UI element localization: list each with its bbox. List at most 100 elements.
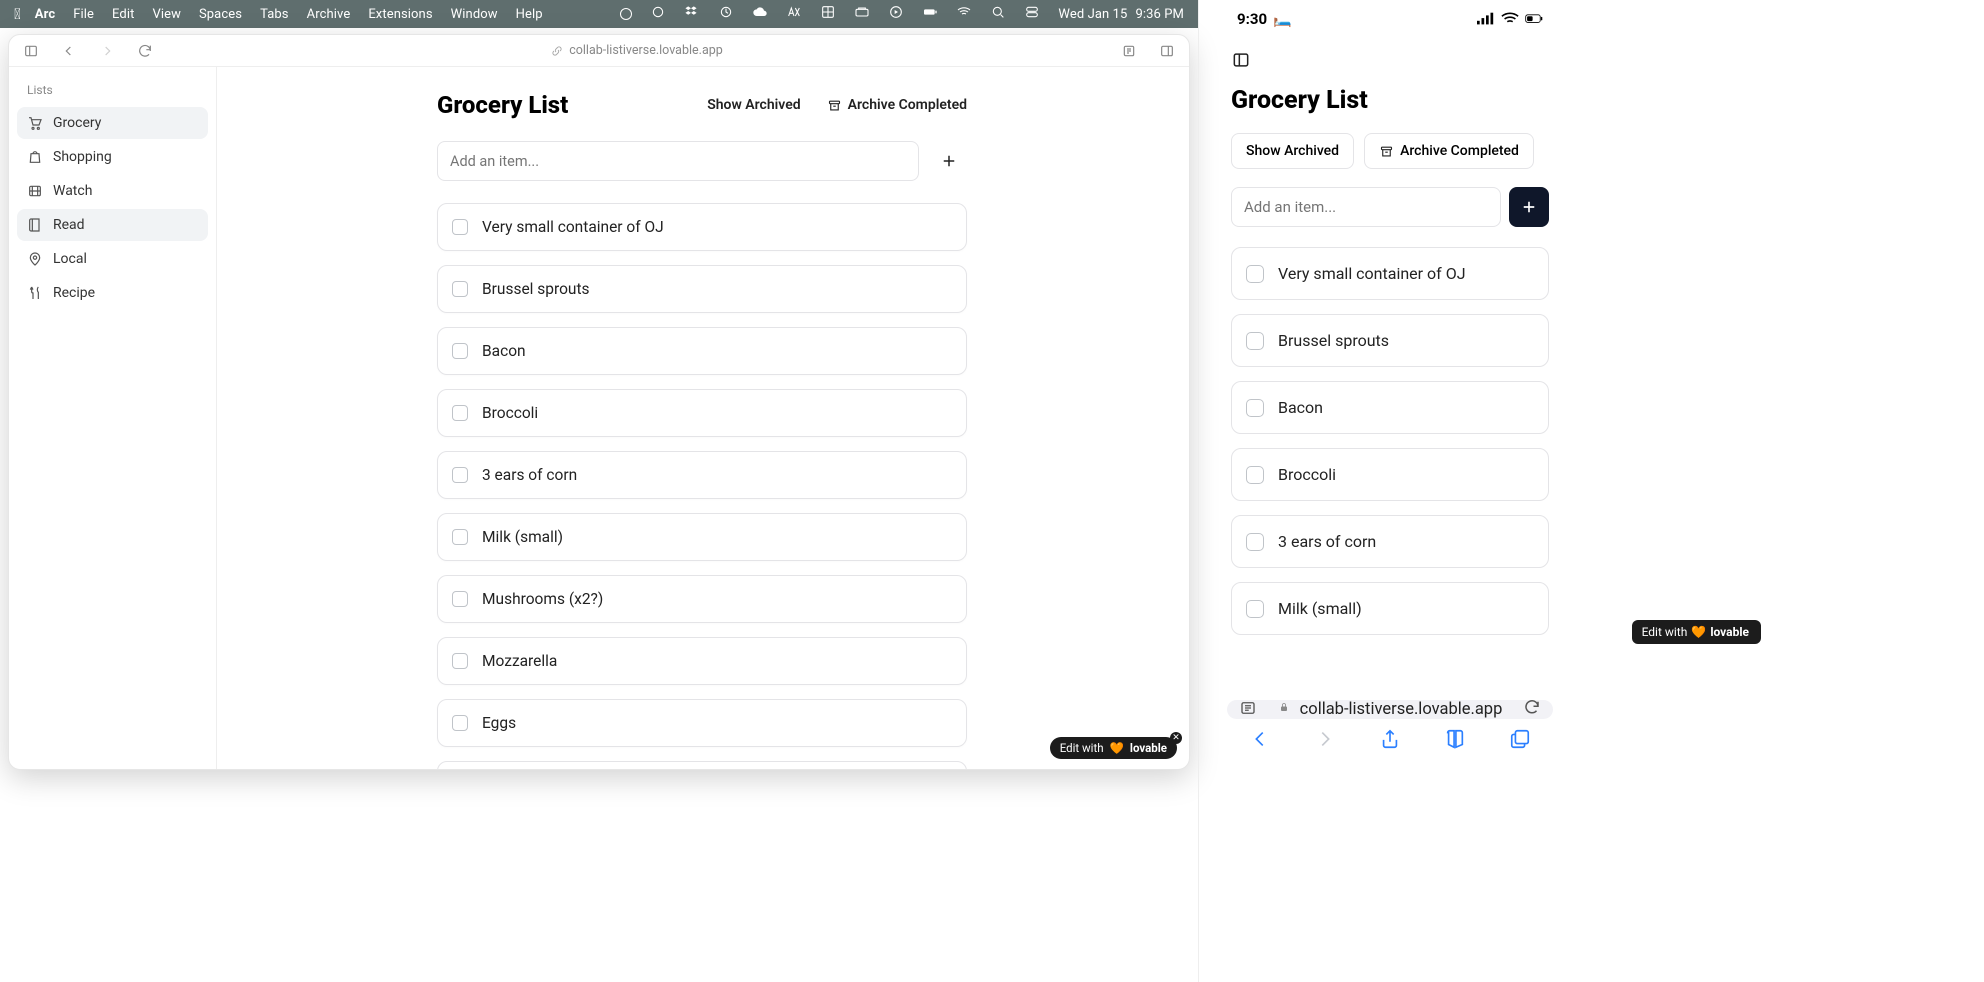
status-icon-2[interactable] bbox=[650, 4, 666, 24]
safari-back-icon[interactable] bbox=[1240, 719, 1280, 759]
close-icon[interactable]: ✕ bbox=[1759, 615, 1766, 624]
safari-address-bar[interactable]: collab-listiverse.lovable.app bbox=[1227, 700, 1553, 719]
safari-forward-icon[interactable] bbox=[1305, 719, 1345, 759]
checkbox[interactable] bbox=[1246, 265, 1264, 283]
menu-app-name[interactable]: Arc bbox=[35, 7, 55, 22]
status-icon-6[interactable] bbox=[786, 4, 802, 24]
add-item-input[interactable] bbox=[437, 141, 919, 181]
forward-icon[interactable] bbox=[93, 39, 121, 63]
sidebar-item-recipe[interactable]: Recipe bbox=[17, 277, 208, 309]
sidebar-item-read[interactable]: Read bbox=[17, 209, 208, 241]
menu-file[interactable]: File bbox=[73, 7, 94, 22]
menu-edit[interactable]: Edit bbox=[112, 7, 134, 22]
sidebar-item-watch[interactable]: Watch bbox=[17, 175, 208, 207]
checkbox[interactable] bbox=[452, 343, 468, 359]
close-icon[interactable]: ✕ bbox=[1170, 732, 1182, 744]
archive-completed-label: Archive Completed bbox=[848, 97, 967, 113]
status-icon-7[interactable] bbox=[820, 4, 836, 24]
list-item-label: Bacon bbox=[1278, 398, 1323, 417]
back-icon[interactable] bbox=[55, 39, 83, 63]
list-item[interactable]: 3 ears of corn bbox=[437, 451, 967, 499]
checkbox[interactable] bbox=[452, 281, 468, 297]
menu-spaces[interactable]: Spaces bbox=[199, 7, 242, 22]
menu-extensions[interactable]: Extensions bbox=[368, 7, 432, 22]
reload-icon[interactable] bbox=[131, 39, 159, 63]
book-icon bbox=[27, 217, 43, 233]
wifi-icon[interactable] bbox=[956, 4, 972, 24]
checkbox[interactable] bbox=[452, 653, 468, 669]
control-center-icon[interactable] bbox=[1024, 4, 1040, 24]
list-item[interactable]: Eggs bbox=[437, 699, 967, 747]
toolbar-icon-2[interactable] bbox=[1153, 39, 1181, 63]
list-item[interactable]: Milk (small) bbox=[1231, 582, 1549, 635]
list-item[interactable]: Broccoli bbox=[437, 389, 967, 437]
list-item[interactable]: Milk (small) bbox=[437, 513, 967, 561]
list-item[interactable]: Brussel sprouts bbox=[437, 265, 967, 313]
add-item-button[interactable] bbox=[931, 143, 967, 179]
sidebar-item-local[interactable]: Local bbox=[17, 243, 208, 275]
list-item[interactable]: Broccoli bbox=[1231, 448, 1549, 501]
status-icon-4[interactable] bbox=[718, 4, 734, 24]
list-item[interactable]: Very small container of OJ bbox=[1231, 247, 1549, 300]
menubar-date[interactable]: Wed Jan 15 bbox=[1058, 7, 1127, 22]
list-item[interactable]: Mozzarella bbox=[437, 637, 967, 685]
checkbox[interactable] bbox=[1246, 399, 1264, 417]
menu-view[interactable]: View bbox=[152, 7, 181, 22]
phone-add-item-input[interactable] bbox=[1231, 187, 1501, 227]
list-item[interactable]: Sweet Baby Ray's bbox=[437, 761, 967, 769]
archive-completed-button[interactable]: Archive Completed bbox=[827, 97, 967, 113]
sidebar-item-shopping[interactable]: Shopping bbox=[17, 141, 208, 173]
safari-reload-icon[interactable] bbox=[1523, 698, 1541, 721]
phone-show-archived-button[interactable]: Show Archived bbox=[1231, 133, 1354, 169]
list-item[interactable]: Very small container of OJ bbox=[437, 203, 967, 251]
list-item[interactable]: Bacon bbox=[1231, 381, 1549, 434]
search-icon[interactable] bbox=[990, 4, 1006, 24]
cloud-icon[interactable] bbox=[752, 4, 768, 24]
checkbox[interactable] bbox=[452, 715, 468, 731]
menubar-time[interactable]: 9:36 PM bbox=[1135, 7, 1184, 22]
list-item[interactable]: Brussel sprouts bbox=[1231, 314, 1549, 367]
safari-share-icon[interactable] bbox=[1370, 719, 1410, 759]
address-bar[interactable]: collab-listiverse.lovable.app bbox=[169, 43, 1105, 58]
lovable-badge[interactable]: Edit with 🧡 lovable ✕ bbox=[1050, 737, 1177, 759]
phone-add-item-button[interactable] bbox=[1509, 187, 1549, 227]
safari-tabs-icon[interactable] bbox=[1500, 719, 1540, 759]
reader-icon[interactable] bbox=[1239, 699, 1257, 721]
dropbox-icon[interactable] bbox=[684, 4, 700, 24]
checkbox[interactable] bbox=[1246, 332, 1264, 350]
menu-archive[interactable]: Archive bbox=[307, 7, 351, 22]
menu-window[interactable]: Window bbox=[451, 7, 498, 22]
phone-sidebar-toggle-icon[interactable] bbox=[1231, 50, 1251, 74]
battery-icon[interactable] bbox=[922, 4, 938, 24]
apple-icon[interactable]:  bbox=[14, 5, 21, 23]
list-item[interactable]: 3 ears of corn bbox=[1231, 515, 1549, 568]
status-icon-8[interactable] bbox=[854, 4, 870, 24]
show-archived-button[interactable]: Show Archived bbox=[707, 97, 800, 113]
list-item-label: Very small container of OJ bbox=[482, 218, 664, 236]
checkbox[interactable] bbox=[452, 529, 468, 545]
list-item[interactable]: Bacon bbox=[437, 327, 967, 375]
checkbox[interactable] bbox=[452, 467, 468, 483]
phone-lovable-badge[interactable]: Edit with 🧡 lovable ✕ bbox=[1632, 620, 1761, 644]
sidebar-item-grocery[interactable]: Grocery bbox=[17, 107, 208, 139]
checkbox[interactable] bbox=[452, 591, 468, 607]
safari-bookmarks-icon[interactable] bbox=[1435, 719, 1475, 759]
menu-help[interactable]: Help bbox=[516, 7, 543, 22]
phone-archive-completed-button[interactable]: Archive Completed bbox=[1364, 133, 1534, 169]
sidebar-item-label: Shopping bbox=[53, 149, 112, 165]
checkbox[interactable] bbox=[452, 405, 468, 421]
menu-tabs[interactable]: Tabs bbox=[260, 7, 289, 22]
status-icon-9[interactable] bbox=[888, 4, 904, 24]
list-item[interactable]: Mushrooms (x2?) bbox=[437, 575, 967, 623]
status-icon-1[interactable] bbox=[620, 8, 632, 20]
checkbox[interactable] bbox=[1246, 466, 1264, 484]
sidebar-toggle-icon[interactable] bbox=[17, 39, 45, 63]
list-item-label: Eggs bbox=[482, 714, 516, 732]
wifi-icon bbox=[1501, 12, 1519, 26]
checkbox[interactable] bbox=[452, 219, 468, 235]
list-item-label: Bacon bbox=[482, 342, 526, 360]
checkbox[interactable] bbox=[1246, 600, 1264, 618]
toolbar-icon-1[interactable] bbox=[1115, 39, 1143, 63]
checkbox[interactable] bbox=[1246, 533, 1264, 551]
phone-page-title: Grocery List bbox=[1231, 86, 1549, 115]
